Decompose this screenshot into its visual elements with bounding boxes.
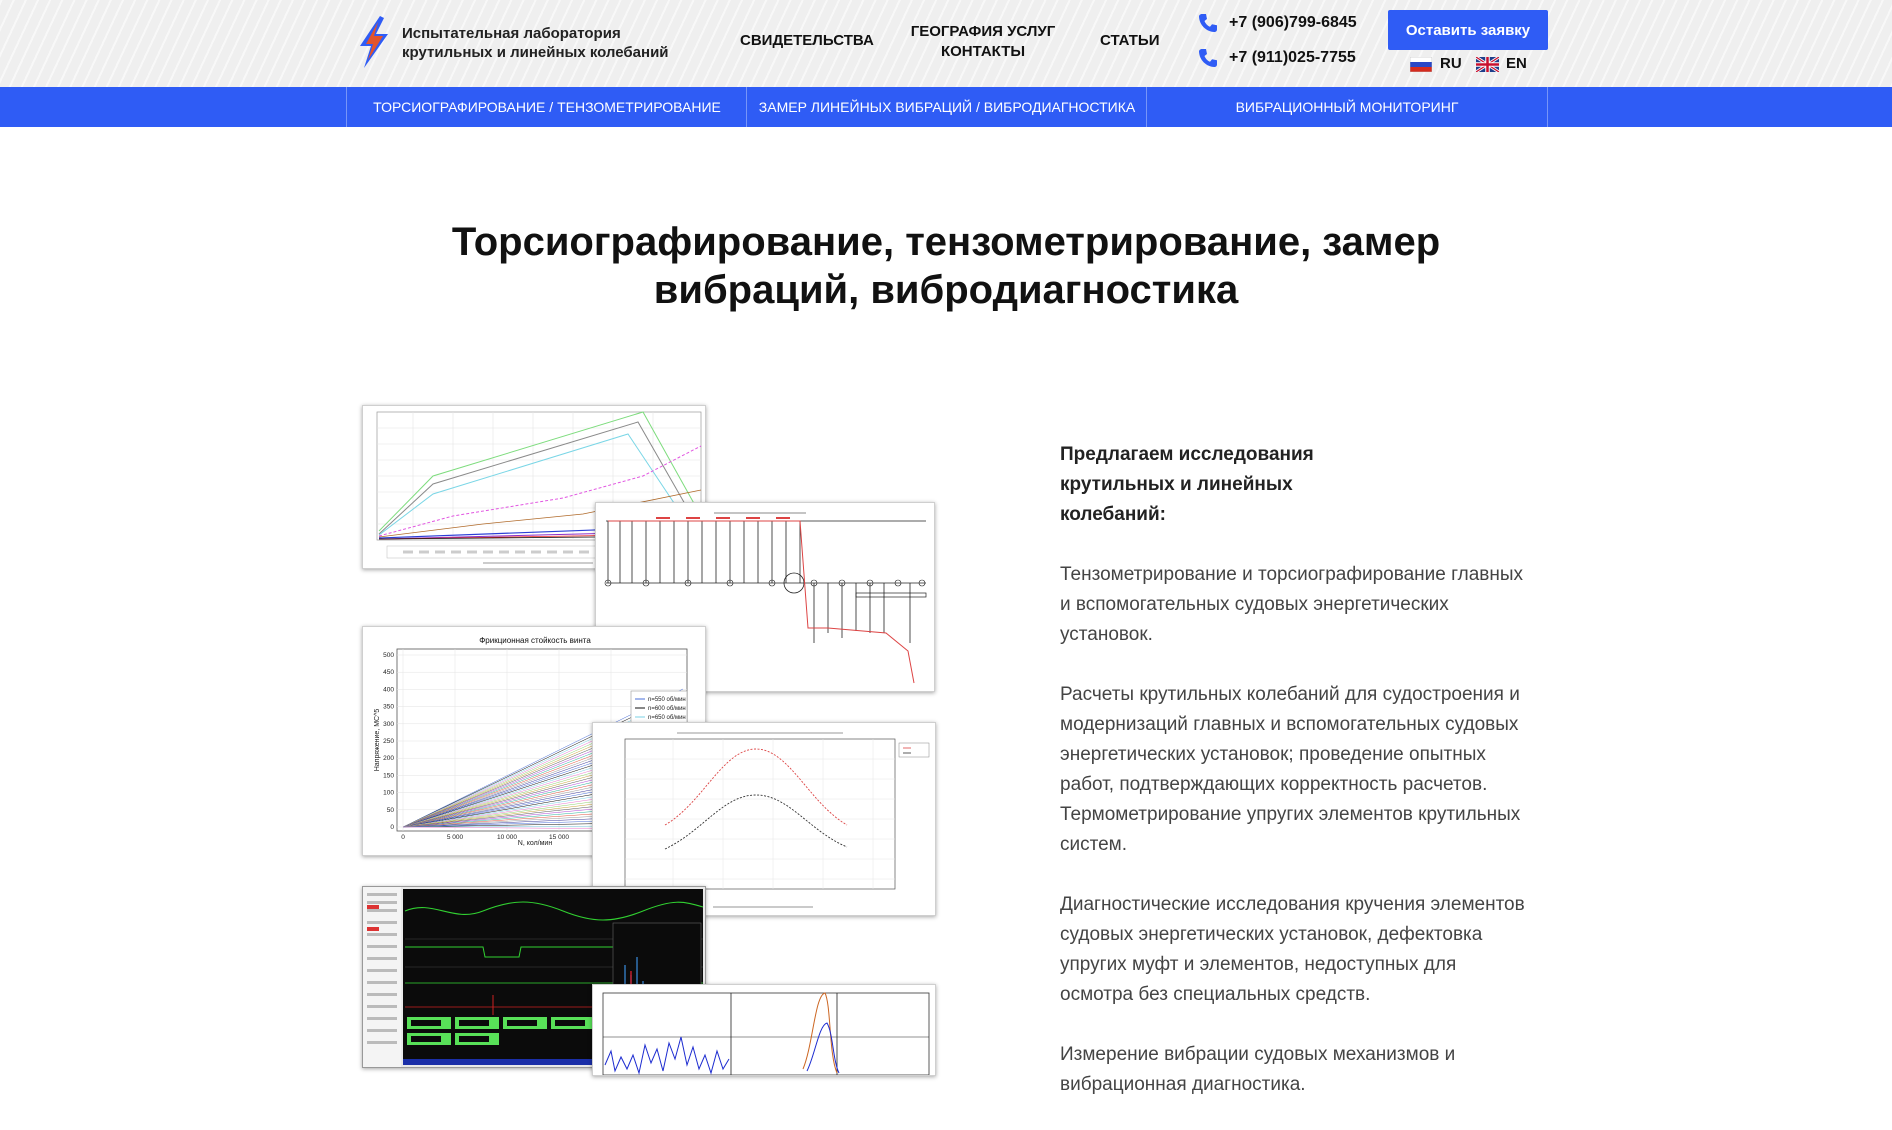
friction-chart-title: Фрикционная стойкость винта [479, 636, 591, 645]
intro-paragraph: Диагностические исследования кручения эл… [1060, 894, 1525, 1005]
subnav-vibration-diagnostics[interactable]: ЗАМЕР ЛИНЕЙНЫХ ВИБРАЦИЙ / ВИБРОДИАГНОСТИ… [746, 87, 1147, 127]
lightning-icon[interactable] [356, 16, 390, 68]
nav-certificates[interactable]: СВИДЕТЕЛЬСТВА [740, 31, 874, 51]
y-tick-label: 100 [383, 790, 394, 797]
flag-ru-icon [1410, 57, 1432, 72]
x-tick-label: 5 000 [447, 834, 464, 841]
y-tick-label: 150 [383, 772, 394, 779]
services-nav: ТОРСИОГРАФИРОВАНИЕ / ТЕНЗОМЕТРИРОВАНИЕ З… [0, 87, 1892, 127]
y-tick-label: 50 [387, 807, 395, 814]
phone-icon [1199, 49, 1217, 67]
subnav-vibration-monitoring[interactable]: ВИБРАЦИОННЫЙ МОНИТОРИНГ [1146, 87, 1548, 127]
y-tick-label: 250 [383, 738, 394, 745]
phone-number[interactable]: +7 (906)799-6845 [1229, 13, 1357, 33]
y-tick-label: 350 [383, 704, 394, 711]
friction-chart-xlabel: N, кол/мин [518, 840, 553, 847]
phone-number[interactable]: +7 (911)025-7755 [1229, 48, 1356, 68]
subnav-torsiography[interactable]: ТОРСИОГРАФИРОВАНИЕ / ТЕНЗОМЕТРИРОВАНИЕ [346, 87, 747, 127]
y-tick-label: 300 [383, 721, 394, 728]
x-tick-label: 0 [401, 834, 405, 841]
intro-paragraph: Расчеты крутильных колебаний для судостр… [1060, 684, 1521, 855]
friction-chart-ylabel: Напряжение, МС^5 [374, 709, 381, 772]
legend-label: n=550 об/мин [648, 697, 686, 703]
intro-lead: Предлагаем исследования крутильных и лин… [1060, 444, 1314, 525]
phone-icon [1199, 14, 1217, 32]
flag-uk-icon [1476, 57, 1499, 72]
intro-paragraph: Тензометрирование и торсиографирование г… [1060, 564, 1524, 645]
legend-label: n=600 об/мин [648, 706, 686, 712]
lang-code: EN [1506, 55, 1527, 72]
site-header: Испытательная лаборатория крутильных и л… [0, 0, 1892, 87]
lang-code: RU [1440, 55, 1462, 72]
legend-label: n=650 об/мин [648, 715, 686, 721]
nav-geography[interactable]: ГЕОГРАФИЯ УСЛУГ [906, 22, 1060, 42]
y-tick-label: 500 [383, 652, 394, 659]
nav-contacts[interactable]: КОНТАКТЫ [906, 42, 1060, 62]
page-title: Торсиографирование, тензометрирование, з… [451, 220, 1441, 312]
brand-name[interactable]: Испытательная лаборатория крутильных и л… [402, 24, 702, 62]
nav-articles[interactable]: СТАТЬИ [1100, 31, 1160, 51]
y-tick-label: 450 [383, 669, 394, 676]
intro-paragraph: Измерение вибрации судовых механизмов и … [1060, 1044, 1456, 1095]
request-button[interactable]: Оставить заявку [1388, 10, 1548, 50]
intro-text: Предлагаем исследования крутильных и лин… [1060, 440, 1530, 1130]
y-tick-label: 0 [390, 824, 394, 831]
spectrum-chart-screenshot[interactable] [592, 984, 936, 1076]
spectrum-chart-image [602, 992, 930, 1075]
y-tick-label: 200 [383, 755, 394, 762]
x-tick-label: 10 000 [497, 834, 517, 841]
y-tick-label: 400 [383, 686, 394, 693]
